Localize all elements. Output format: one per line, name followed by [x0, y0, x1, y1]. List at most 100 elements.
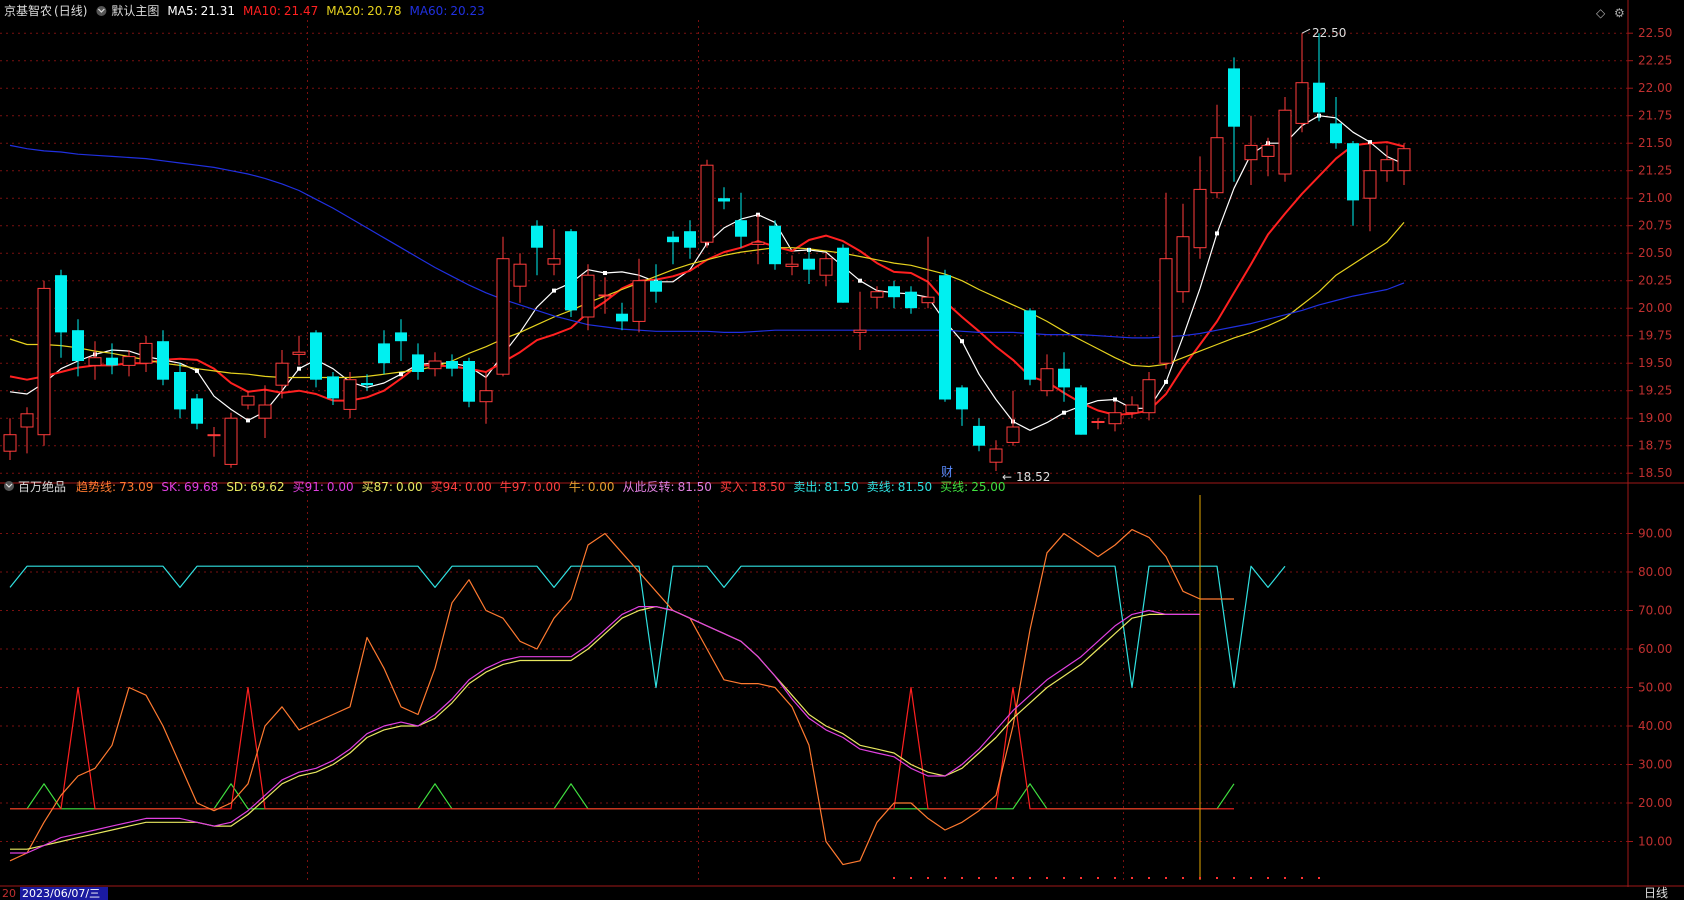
candle-body-up	[207, 434, 221, 437]
legend-value: 21.31	[201, 4, 235, 18]
candle-body-down	[667, 236, 679, 243]
period-label: (日线)	[54, 4, 87, 18]
candle-body-up	[581, 274, 595, 318]
legend-value: 81.50	[824, 480, 858, 494]
signal-dot	[961, 877, 963, 879]
indicator-tick-label: 10.00	[1638, 835, 1672, 849]
signal-dot	[927, 877, 929, 879]
legend-label: 卖线:	[867, 480, 895, 494]
legend-label: 买87:	[362, 480, 393, 494]
candle-body-down	[905, 291, 917, 309]
candle-body-down	[106, 357, 118, 366]
chevron-down-icon	[4, 481, 14, 491]
signal-dot	[1199, 877, 1201, 879]
signal-dot	[944, 877, 946, 879]
candle-body-down	[956, 387, 968, 410]
indicator-tick-label: 70.00	[1638, 604, 1672, 618]
gear-icon[interactable]: ⚙	[1614, 6, 1625, 20]
price-tick-label: 18.75	[1638, 439, 1672, 453]
candle-body-down	[1347, 143, 1359, 201]
period-button[interactable]: 日线	[1644, 886, 1668, 900]
candle-body-down	[684, 231, 696, 248]
legend-label: 买线:	[940, 480, 968, 494]
signal-dot	[1216, 877, 1218, 879]
date-cursor-label: 2023/06/07/三	[22, 887, 100, 900]
low-label: 18.52	[1016, 470, 1050, 484]
signal-dot	[1284, 877, 1286, 879]
ma5-point	[960, 339, 964, 344]
candle-body-down	[1330, 123, 1342, 144]
candle-body-down	[395, 332, 407, 342]
candle-body-down	[803, 258, 815, 270]
candle-body-down	[55, 275, 67, 333]
candle-body-up	[989, 448, 1003, 463]
legend-value: 0.00	[327, 480, 354, 494]
candle-body-up	[1278, 109, 1292, 175]
price-tick-label: 20.00	[1638, 301, 1672, 315]
candle-body-down	[973, 425, 985, 446]
price-tick-label: 20.25	[1638, 274, 1672, 288]
signal-dot	[1114, 877, 1116, 879]
price-tick-label: 18.50	[1638, 466, 1672, 480]
candle-body-down	[446, 361, 458, 369]
candle-body-up	[343, 379, 357, 410]
signal-dot	[1165, 877, 1167, 879]
candle-body-up	[1125, 404, 1139, 414]
candle-body-up	[598, 294, 612, 297]
diamond-icon[interactable]: ◇	[1596, 6, 1605, 20]
legend-label: MA10:	[243, 4, 281, 18]
stock-chart[interactable]: 22.50 22.25 22.00 21.75 21.50 21.25 21.00 20.75…	[0, 0, 1684, 900]
legend-value: 20.23	[450, 4, 484, 18]
candle-body-up	[513, 263, 527, 287]
ma5-point	[399, 372, 403, 377]
candle-body-up	[428, 360, 442, 370]
candle-body-up	[1006, 426, 1020, 443]
candle-body-up	[275, 362, 289, 386]
candle-body-down	[565, 231, 577, 311]
candle-body-up	[1397, 148, 1411, 172]
legend-value: 69.62	[250, 480, 284, 494]
indicator-tick-label: 30.00	[1638, 758, 1672, 772]
signal-dot	[1046, 877, 1048, 879]
candle-body-down	[310, 332, 322, 380]
ma5-point	[858, 278, 862, 283]
candle-body-down	[361, 383, 373, 386]
candle-body-down	[463, 361, 475, 402]
candle-body-up	[479, 390, 493, 403]
footer-bar[interactable]: 789202023/06/07/三日线	[0, 886, 1684, 900]
candle-body-down	[718, 198, 730, 202]
candle-body-down	[735, 220, 747, 237]
price-tick-label: 19.25	[1638, 384, 1672, 398]
signal-dot	[1012, 877, 1014, 879]
legend-label: 买94:	[431, 480, 462, 494]
indicator-tick-label: 20.00	[1638, 796, 1672, 810]
legend-value: 20.78	[367, 4, 401, 18]
legend-label: MA5:	[167, 4, 197, 18]
legend-value: 0.00	[534, 480, 561, 494]
event-marker: 财	[941, 465, 953, 479]
signal-dot	[1233, 877, 1235, 879]
candle-body-up	[751, 241, 765, 245]
price-tick-label: 21.00	[1638, 191, 1672, 205]
legend-value: 25.00	[971, 480, 1005, 494]
candle-body-down	[888, 286, 900, 298]
legend-value: 0.00	[588, 480, 615, 494]
legend-label: 从此反转:	[623, 479, 675, 494]
candle-body-up	[1261, 144, 1275, 157]
legend-label: 趋势线:	[76, 480, 116, 494]
signal-dot	[910, 877, 912, 879]
candle-body-up	[1176, 236, 1190, 293]
candle-body-down	[769, 225, 781, 265]
candle-body-up	[921, 296, 935, 304]
candle-body-up	[1159, 258, 1173, 364]
candle-body-up	[1363, 170, 1377, 199]
price-tick-label: 21.75	[1638, 109, 1672, 123]
candle-body-down	[837, 247, 849, 303]
candle-body-down	[939, 275, 951, 400]
candle-body-up	[88, 357, 102, 366]
ma5-point	[297, 366, 301, 371]
candle-body-up	[853, 329, 867, 333]
candle-body-up	[1210, 137, 1224, 194]
candle-body-up	[870, 291, 884, 298]
candle-body-down	[72, 330, 84, 361]
